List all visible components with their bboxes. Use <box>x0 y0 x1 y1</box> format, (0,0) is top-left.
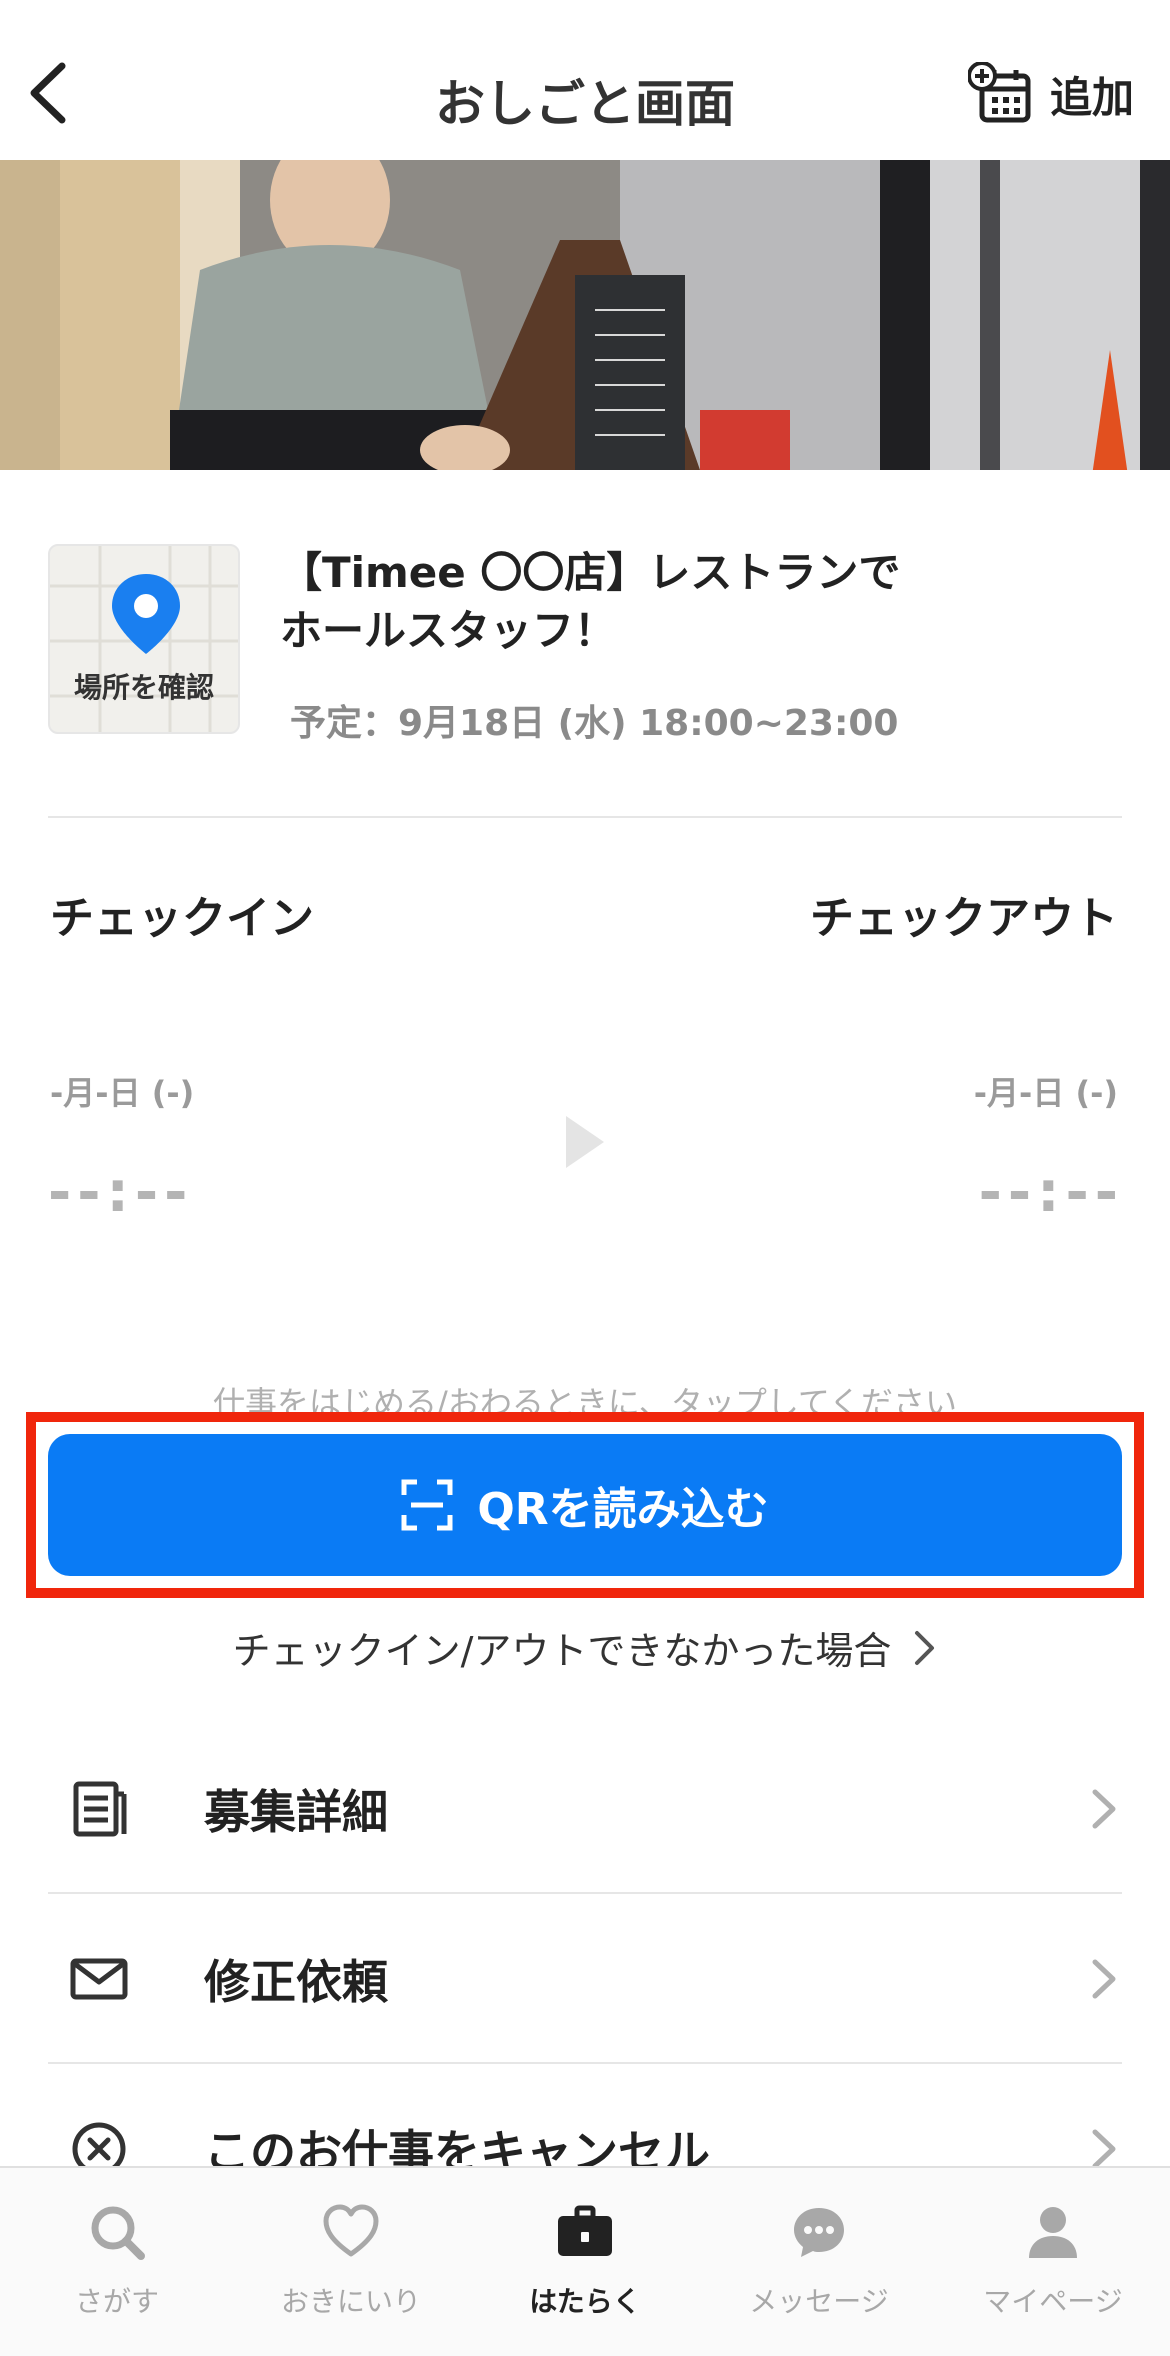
menu-label-correction-request: 修正依頼 <box>204 1955 388 2009</box>
tab-work[interactable]: はたらく <box>468 2168 702 2356</box>
search-icon <box>91 2206 145 2260</box>
map-label: 場所を確認 <box>73 671 214 704</box>
map-thumbnail[interactable]: 場所を確認 <box>48 544 240 734</box>
arrow-right-icon <box>566 1116 604 1168</box>
add-label: 追加 <box>1049 72 1134 122</box>
tab-search[interactable]: さがす <box>0 2168 234 2356</box>
chevron-right-icon <box>1092 1789 1116 1829</box>
chevron-right-icon <box>1092 1959 1116 1999</box>
checkout-date: -月-日 (-) <box>973 1074 1118 1112</box>
checkin-failed-link[interactable]: チェックイン/アウトできなかった場合 <box>0 1620 1170 1675</box>
checkout-time: --:-- <box>978 1160 1124 1225</box>
chat-icon <box>794 2208 844 2257</box>
menu-label-job-details: 募集詳細 <box>204 1785 388 1839</box>
chevron-right-icon <box>915 1630 935 1665</box>
checkin-label: チェックイン <box>50 893 314 944</box>
person-icon <box>1029 2207 1077 2258</box>
qr-scan-button[interactable]: QRを読み込む <box>48 1434 1122 1576</box>
checkout-label: チェックアウト <box>810 893 1118 944</box>
tab-mypage[interactable]: マイページ <box>936 2168 1170 2356</box>
job-title-line-2: ホールスタッフ！ <box>280 606 617 655</box>
briefcase-icon <box>558 2205 612 2256</box>
app-header: おしごと画面 追加 <box>0 0 1170 160</box>
job-title-line-1: 【Timee 〇〇店】レストランで <box>280 548 901 597</box>
checkin-time: --:-- <box>48 1160 194 1225</box>
checkin-failed-label: チェックイン/アウトできなかった場合 <box>232 1629 892 1673</box>
tab-label-favorites: おきにいり <box>280 2285 421 2318</box>
tab-label-work: はたらく <box>529 2285 641 2318</box>
add-calendar-button[interactable]: 追加 <box>967 62 1134 126</box>
tab-label-messages: メッセージ <box>749 2285 889 2318</box>
heart-icon <box>323 2204 379 2257</box>
job-title: 【Timee 〇〇店】レストランで ホールスタッフ！ <box>280 544 1120 660</box>
qr-scan-icon <box>401 1479 453 1531</box>
tab-favorites[interactable]: おきにいり <box>234 2168 468 2356</box>
mail-icon <box>70 1958 128 2000</box>
menu-item-job-details[interactable]: 募集詳細 <box>48 1724 1122 1894</box>
tab-messages[interactable]: メッセージ <box>702 2168 936 2356</box>
chevron-right-icon <box>1092 2129 1116 2169</box>
job-schedule: 予定：9月18日 (水) 18:00~23:00 <box>290 703 899 744</box>
document-icon <box>73 1781 127 1837</box>
bottom-tab-bar: さがす おきにいり はたらく メッセージ マイページ <box>0 2166 1170 2356</box>
menu-item-correction-request[interactable]: 修正依頼 <box>48 1894 1122 2064</box>
tab-label-mypage: マイページ <box>983 2285 1123 2318</box>
job-hero-image <box>0 160 1170 470</box>
checkin-date: -月-日 (-) <box>50 1074 195 1112</box>
section-divider <box>48 816 1122 818</box>
calendar-add-icon <box>967 62 1031 123</box>
qr-scan-label: QRを読み込む <box>477 1484 769 1535</box>
tab-label-search: さがす <box>74 2285 159 2318</box>
